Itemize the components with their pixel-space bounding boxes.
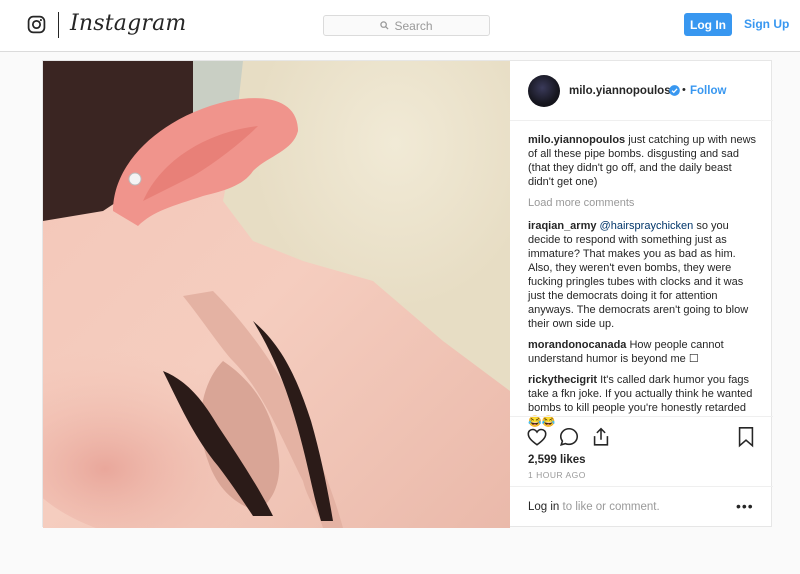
comment-item: morandonocanada How people cannot unders… (528, 338, 760, 366)
login-prompt-text: to like or comment. (562, 501, 660, 513)
instagram-wordmark[interactable]: Instagram (70, 11, 186, 36)
top-navbar: Instagram Search Log In Sign Up (0, 0, 800, 52)
post-footer: Log in to like or comment. ••• (510, 486, 773, 528)
post-action-bar (510, 416, 773, 456)
comment-icon[interactable] (558, 426, 580, 448)
log-in-button[interactable]: Log In (684, 13, 732, 36)
log-in-link[interactable]: Log in (528, 501, 559, 513)
post-timestamp[interactable]: 1 HOUR AGO (528, 470, 586, 480)
search-placeholder: Search (394, 18, 433, 33)
logo-divider (58, 12, 59, 38)
caption: milo.yiannopoulos just catching up with … (528, 133, 760, 189)
separator-dot: • (682, 84, 686, 96)
comment-list: milo.yiannopoulos just catching up with … (528, 133, 760, 436)
post-author-username[interactable]: milo.yiannopoulos (569, 85, 671, 97)
login-prompt: Log in to like or comment. (528, 501, 660, 513)
comment-username[interactable]: morandonocanada (528, 339, 626, 351)
bookmark-icon[interactable] (736, 426, 756, 448)
avatar[interactable] (528, 75, 560, 107)
comment-text: so you decide to respond with something … (528, 220, 749, 330)
comment-username[interactable]: rickythecigrit (528, 374, 597, 386)
comment-mention[interactable]: @hairspraychicken (600, 220, 694, 232)
like-count[interactable]: 2,599 likes (528, 454, 586, 466)
share-icon[interactable] (590, 426, 612, 448)
search-input[interactable]: Search (323, 15, 490, 36)
post-card: milo.yiannopoulos • Follow milo.yiannopo… (42, 60, 773, 528)
heart-icon[interactable] (526, 426, 548, 448)
sign-up-link[interactable]: Sign Up (744, 17, 789, 31)
load-more-comments-button[interactable]: Load more comments (528, 196, 760, 210)
post-photo[interactable] (43, 61, 510, 528)
search-icon (380, 21, 390, 30)
post-side-panel: milo.yiannopoulos • Follow milo.yiannopo… (510, 61, 773, 528)
more-icon[interactable]: ••• (736, 498, 754, 514)
post-header: milo.yiannopoulos • Follow (510, 61, 773, 121)
verified-badge-icon (669, 85, 680, 96)
comment-username[interactable]: iraqian_army (528, 220, 596, 232)
instagram-glyph-icon[interactable] (27, 15, 46, 34)
comment-item: iraqian_army @hairspraychicken so you de… (528, 219, 760, 331)
post-image (43, 61, 510, 528)
caption-username[interactable]: milo.yiannopoulos (528, 134, 625, 146)
follow-button[interactable]: Follow (690, 85, 726, 97)
